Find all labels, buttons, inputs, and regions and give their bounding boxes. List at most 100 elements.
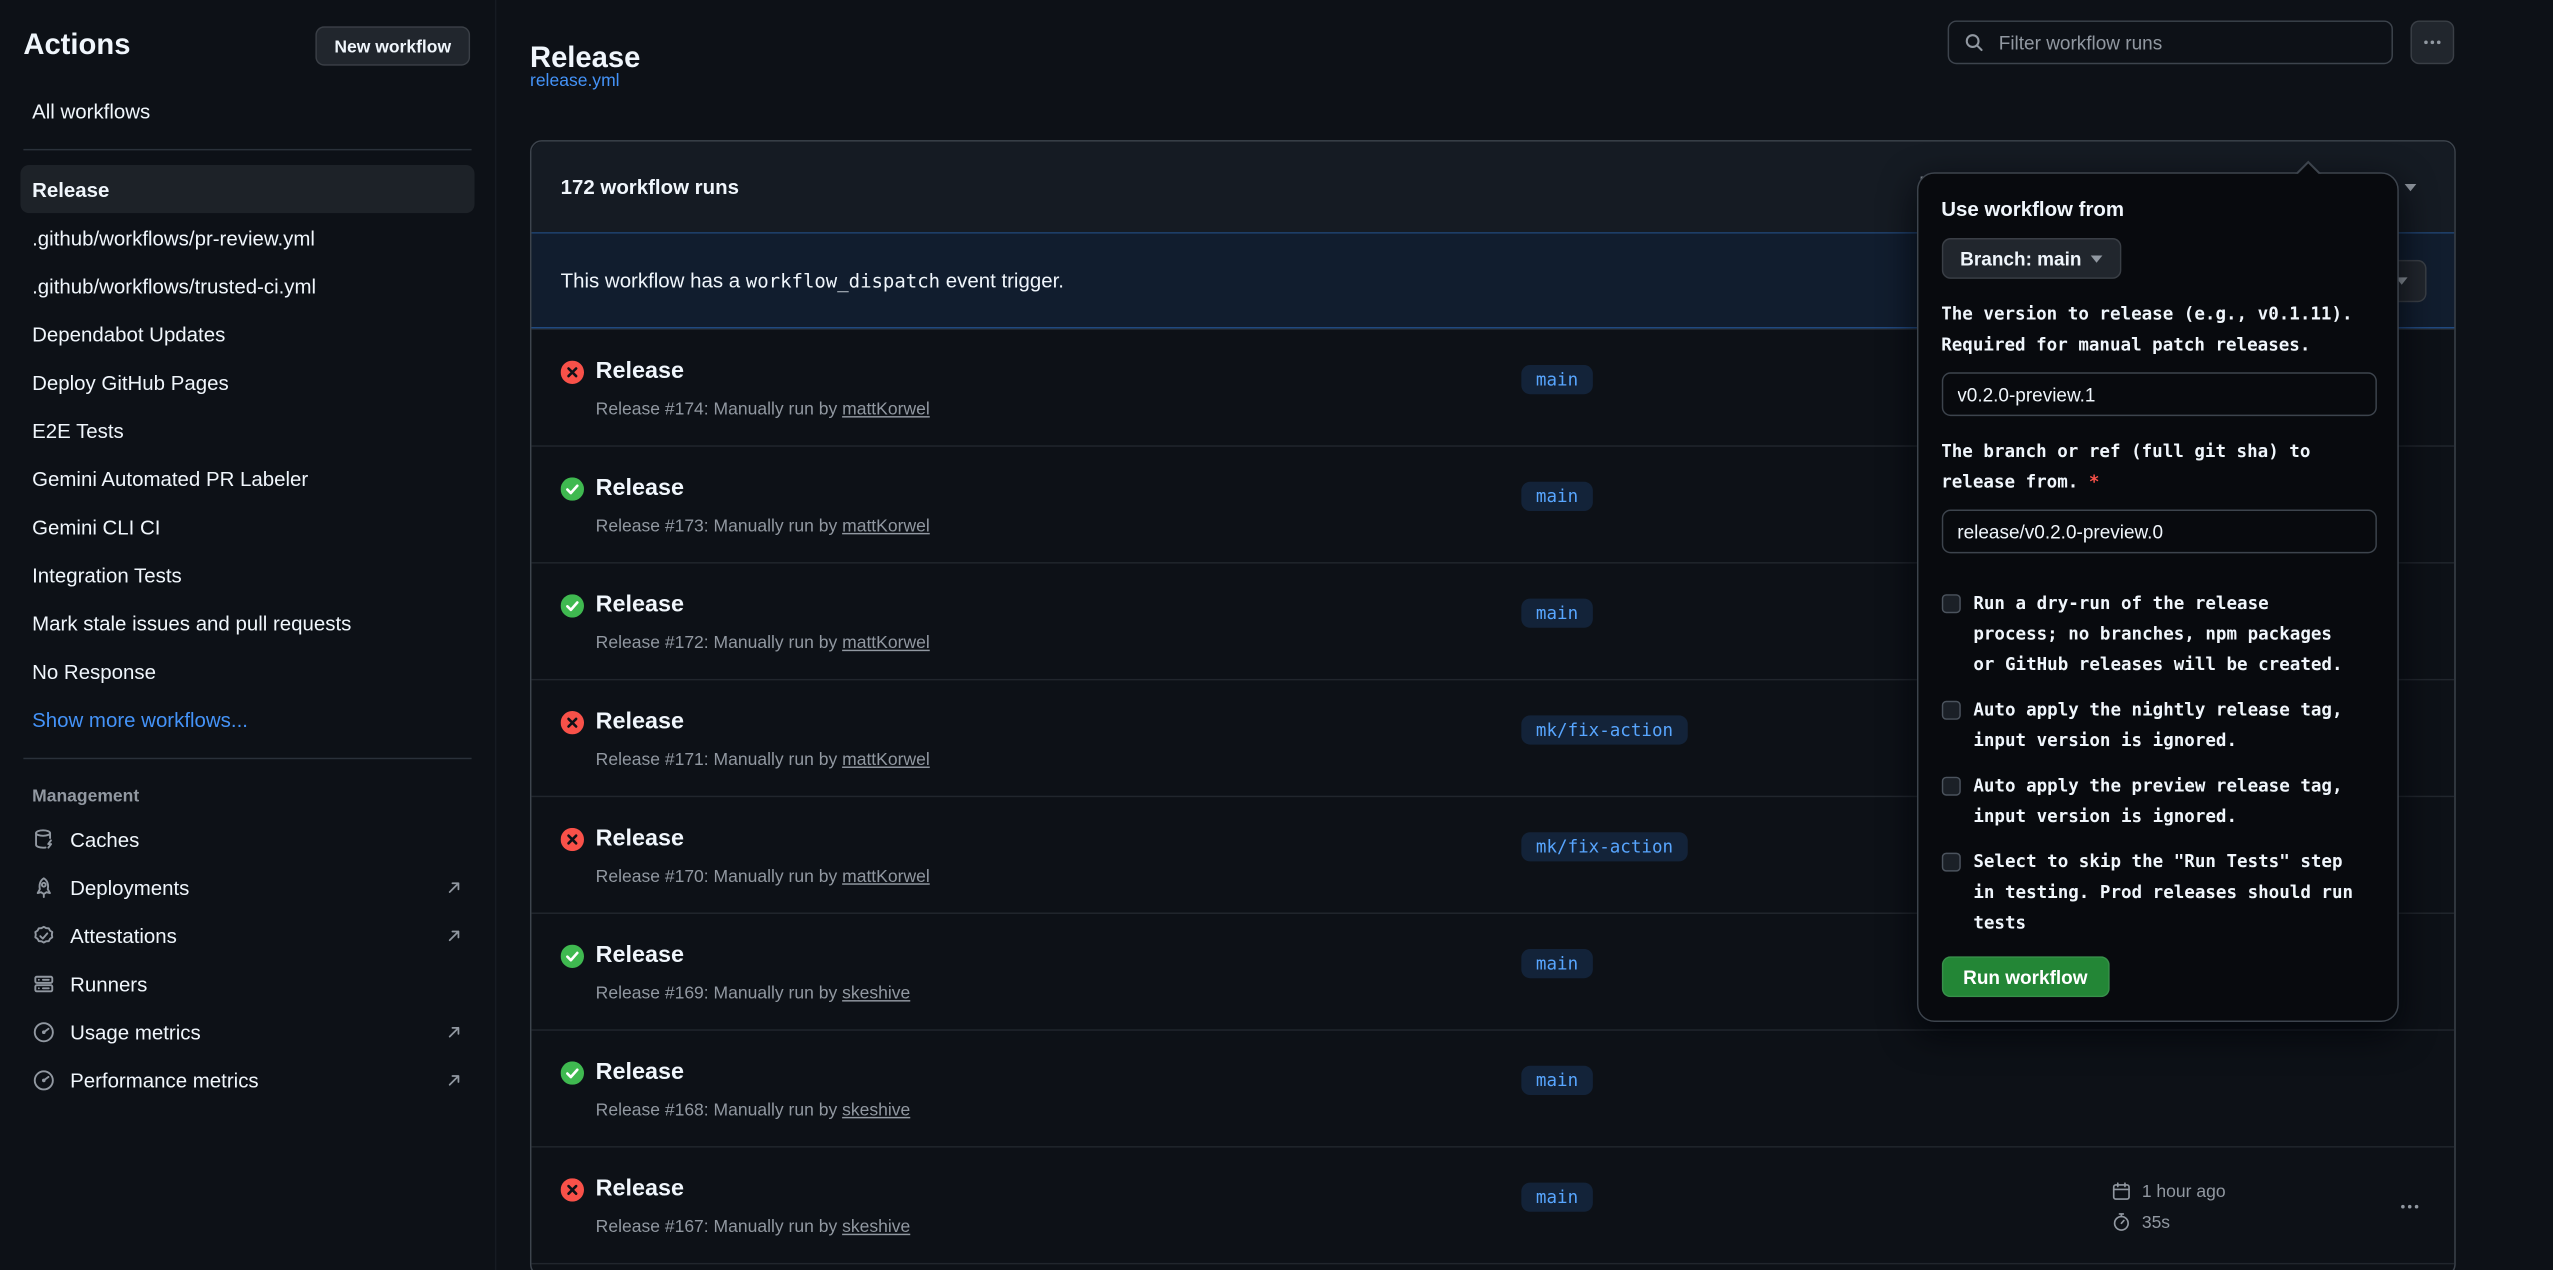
stopwatch-icon: [2111, 1211, 2131, 1231]
failed-icon: [561, 711, 584, 734]
checkbox-label: Select to skip the "Run Tests" step in t…: [1973, 847, 2361, 939]
partial-run-row: [531, 1263, 2453, 1270]
workflow-item-label: Dependabot Updates: [32, 322, 225, 345]
run-description: Release #167: Manually run by skeshive: [596, 1213, 911, 1239]
actor-link[interactable]: mattKorwel: [842, 632, 930, 652]
actor-link[interactable]: mattKorwel: [842, 749, 930, 769]
actor-link[interactable]: skeshive: [842, 1099, 910, 1119]
required-asterisk: *: [2089, 472, 2100, 492]
workflow-dispatch-code: workflow_dispatch: [746, 271, 940, 293]
workflow-item-label: Gemini CLI CI: [32, 515, 160, 538]
sidebar-workflow-item[interactable]: Release: [20, 165, 474, 213]
run-description: Release #173: Manually run by mattKorwel: [596, 512, 930, 538]
run-status-icon: [561, 711, 584, 734]
actions-sidebar: Actions New workflow All workflows Relea…: [0, 0, 496, 1270]
sidebar-workflow-item[interactable]: All workflows: [20, 86, 474, 134]
sidebar-item-attestations[interactable]: Attestations: [20, 911, 474, 959]
actor-link[interactable]: skeshive: [842, 1216, 910, 1236]
sidebar-workflow-item[interactable]: E2E Tests: [20, 406, 474, 454]
branch-badge[interactable]: main: [1521, 365, 1592, 394]
run-title-link[interactable]: Release: [596, 355, 930, 390]
workflow-list: All workflows Release .github/workflows/…: [0, 66, 495, 1104]
checkbox-label: Auto apply the nightly release tag, inpu…: [1973, 696, 2361, 757]
run-status-icon: [561, 477, 584, 500]
sidebar-item-caches[interactable]: Caches: [20, 815, 474, 863]
run-description: Release #174: Manually run by mattKorwel: [596, 396, 930, 422]
failed-icon: [561, 1178, 584, 1201]
run-title-link[interactable]: Release: [596, 472, 930, 507]
branch-badge[interactable]: mk/fix-action: [1521, 715, 1687, 744]
actor-link[interactable]: mattKorwel: [842, 399, 930, 419]
failed-icon: [561, 828, 584, 851]
sidebar-item-deployments[interactable]: Deployments: [20, 863, 474, 911]
run-title-link[interactable]: Release: [596, 705, 930, 740]
filter-runs-search[interactable]: [1948, 20, 2393, 64]
branch-badge[interactable]: main: [1521, 482, 1592, 511]
run-title-link[interactable]: Release: [596, 822, 930, 857]
workflow-item-label: Release: [32, 177, 109, 200]
actor-link[interactable]: skeshive: [842, 983, 910, 1003]
sidebar-item-performance-metrics[interactable]: Performance metrics: [20, 1056, 474, 1104]
new-workflow-button[interactable]: New workflow: [315, 26, 470, 65]
run-status-icon: [561, 361, 584, 384]
sidebar-item-label: Caches: [70, 827, 139, 850]
success-icon: [561, 594, 584, 617]
sidebar-workflow-item[interactable]: Gemini CLI CI: [20, 502, 474, 550]
branch-badge[interactable]: main: [1521, 599, 1592, 628]
workflow-item-label: .github/workflows/trusted-ci.yml: [32, 274, 316, 297]
sidebar-workflow-item[interactable]: Gemini Automated PR Labeler: [20, 454, 474, 502]
sidebar-workflow-item[interactable]: Deploy GitHub Pages: [20, 358, 474, 406]
ref-input[interactable]: [1941, 510, 2376, 554]
sidebar-workflow-item[interactable]: .github/workflows/trusted-ci.yml: [20, 261, 474, 309]
version-help-text: The version to release (e.g., v0.1.11). …: [1941, 300, 2376, 361]
run-row-kebab-button[interactable]: [2392, 1191, 2427, 1220]
run-status-icon: [561, 828, 584, 851]
sidebar-item-label: Performance metrics: [70, 1068, 259, 1091]
workflow-options-kebab-button[interactable]: [2410, 20, 2454, 64]
branch-badge[interactable]: mk/fix-action: [1521, 832, 1687, 861]
sidebar-workflow-item[interactable]: No Response: [20, 647, 474, 695]
branch-badge[interactable]: main: [1521, 1183, 1592, 1212]
sidebar-workflow-item[interactable]: Mark stale issues and pull requests: [20, 599, 474, 647]
sidebar-divider: [23, 758, 471, 759]
branch-badge[interactable]: main: [1521, 1066, 1592, 1095]
sidebar-workflow-item[interactable]: Integration Tests: [20, 550, 474, 598]
checkbox[interactable]: [1941, 595, 1960, 614]
version-input[interactable]: [1941, 373, 2376, 417]
checkbox[interactable]: [1941, 777, 1960, 796]
main-content: Release release.yml 172 workflow runs Ev…: [496, 0, 2553, 1270]
run-workflow-submit-button[interactable]: Run workflow: [1941, 957, 2109, 998]
sidebar-divider: [23, 149, 471, 150]
workflow-item-label: Show more workflows...: [32, 707, 248, 730]
sidebar-item-usage-metrics[interactable]: Usage metrics: [20, 1007, 474, 1055]
run-title-link[interactable]: Release: [596, 939, 911, 974]
branch-selector-button[interactable]: Branch: main: [1941, 239, 2121, 280]
workflow-item-label: E2E Tests: [32, 418, 124, 441]
actor-link[interactable]: mattKorwel: [842, 866, 930, 886]
branch-badge[interactable]: main: [1521, 949, 1592, 978]
run-title-link[interactable]: Release: [596, 1172, 911, 1207]
actor-link[interactable]: mattKorwel: [842, 515, 930, 535]
server-icon: [32, 972, 55, 995]
sidebar-workflow-item[interactable]: Dependabot Updates: [20, 310, 474, 358]
sidebar-workflow-item[interactable]: Show more workflows...: [20, 695, 474, 743]
search-icon: [1964, 32, 1984, 52]
search-input[interactable]: [1996, 30, 2377, 55]
sidebar-workflow-item[interactable]: .github/workflows/pr-review.yml: [20, 213, 474, 261]
workflow-file-link[interactable]: release.yml: [530, 70, 620, 90]
sidebar-item-runners[interactable]: Runners: [20, 959, 474, 1007]
workflow-item-label: All workflows: [32, 99, 150, 122]
run-status-icon: [561, 1178, 584, 1201]
success-icon: [561, 477, 584, 500]
failed-icon: [561, 361, 584, 384]
workflow-run-row[interactable]: Release Release #168: Manually run by sk…: [531, 1029, 2453, 1146]
run-time: 1 hour ago: [2142, 1180, 2226, 1200]
verified-icon: [32, 923, 55, 946]
workflow-run-row[interactable]: Release Release #167: Manually run by sk…: [531, 1146, 2453, 1263]
sidebar-title: Actions: [23, 29, 130, 63]
checkbox[interactable]: [1941, 853, 1960, 872]
run-title-link[interactable]: Release: [596, 588, 930, 623]
run-title-link[interactable]: Release: [596, 1056, 911, 1091]
checkbox[interactable]: [1941, 701, 1960, 720]
dialog-checkbox-row: Auto apply the preview release tag, inpu…: [1941, 771, 2373, 832]
